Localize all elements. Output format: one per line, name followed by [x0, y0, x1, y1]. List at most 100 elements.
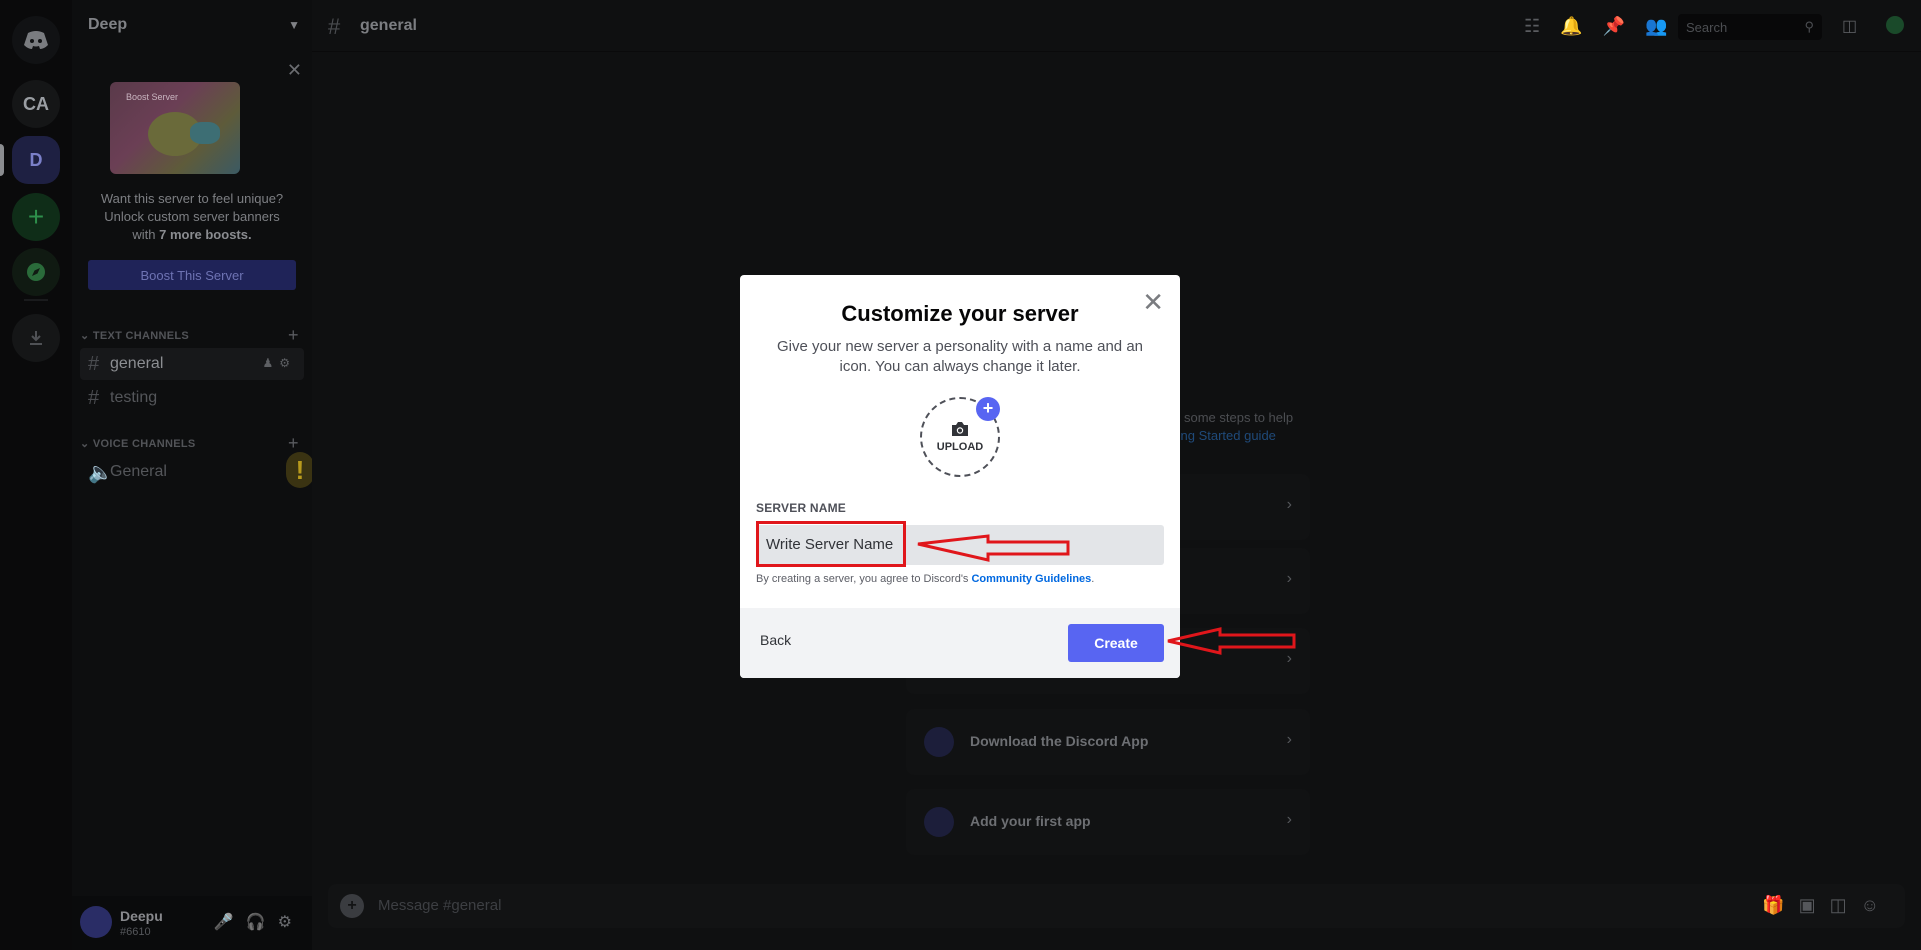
message-composer[interactable]: + Message #general 🎁▣◫☺ [328, 884, 1905, 928]
inbox-icon[interactable]: ◫ [1842, 16, 1857, 36]
avatar[interactable] [80, 906, 112, 938]
help-icon[interactable] [1886, 16, 1904, 34]
channel-label: General [110, 463, 167, 480]
channel-topbar: # general ☷🔔📌👥 Search ⚲ ◫ [312, 0, 1921, 52]
channel-item-general[interactable]: # general ♟⚙ [80, 348, 304, 380]
gift-icon[interactable]: 🎁 [1762, 895, 1798, 915]
channel-item-testing[interactable]: # testing [80, 382, 304, 414]
create-button[interactable]: Create [1068, 624, 1164, 662]
search-placeholder: Search [1686, 20, 1728, 35]
add-server-button[interactable]: + [12, 193, 60, 241]
emoji-icon[interactable]: ☺ [1861, 895, 1893, 915]
upload-label: UPLOAD [936, 441, 984, 453]
add-channel-icon[interactable]: + [288, 325, 299, 346]
boost-server-button[interactable]: Boost This Server [88, 260, 296, 290]
chevron-right-icon: › [1286, 570, 1292, 587]
download-apps-button[interactable] [12, 314, 60, 362]
explore-servers-button[interactable] [12, 248, 60, 296]
modal-title: Customize your server [841, 301, 1079, 326]
boost-text-line: with 7 more boosts. [72, 226, 312, 244]
user-controls: 🎤🎧⚙ [214, 912, 304, 932]
chevron-down-icon: ▼ [288, 18, 300, 32]
sticker-icon[interactable]: ◫ [1830, 895, 1861, 915]
server-name-label: SERVER NAME [756, 501, 846, 515]
bell-icon[interactable]: 🔔 [1560, 16, 1602, 36]
gear-icon[interactable]: ⚙ [279, 356, 296, 370]
boost-text-pre: with [132, 227, 160, 242]
hash-icon: # [328, 14, 341, 39]
topbar-tools: ☷🔔📌👥 [1524, 16, 1687, 37]
rail-divider [24, 299, 48, 301]
task-card-add-app[interactable]: Add your first app › [906, 789, 1310, 855]
plus-icon[interactable]: + [976, 397, 1000, 421]
boost-count: 7 more boosts. [159, 227, 252, 242]
user-panel: Deepu #6610 🎤🎧⚙ [72, 896, 312, 950]
category-label: TEXT CHANNELS [92, 330, 190, 342]
voice-channel-general[interactable]: 🔈 General [80, 456, 304, 488]
channel-title: general [360, 17, 417, 34]
threads-icon[interactable]: ☷ [1524, 16, 1560, 36]
gif-icon[interactable]: ▣ [1799, 895, 1830, 915]
channel-label: general [110, 355, 164, 372]
getting-started-link[interactable]: ting Started guide [1174, 428, 1276, 443]
annotation-highlight-box [756, 521, 906, 567]
discord-logo-icon [24, 31, 48, 49]
selected-server-indicator [0, 144, 4, 176]
illustration-shape [190, 122, 220, 144]
back-button[interactable]: Back [760, 632, 791, 648]
composer-tools: 🎁▣◫☺ [1762, 895, 1893, 916]
server-header[interactable]: Deep ▼ [72, 0, 312, 50]
server-rail: CA D + [0, 0, 72, 950]
pin-icon[interactable]: 📌 [1603, 16, 1645, 36]
username: Deepu [120, 908, 163, 924]
task-card-download-app[interactable]: Download the Discord App › [906, 709, 1310, 775]
alert-icon: ! [286, 452, 314, 488]
category-text-channels[interactable]: ⌄ TEXT CHANNELS + [80, 325, 299, 345]
search-input[interactable]: Search ⚲ [1678, 14, 1822, 40]
boost-text-line: Unlock custom server banners [104, 209, 280, 224]
community-guidelines-link[interactable]: Community Guidelines [971, 573, 1091, 585]
speaker-icon: 🔈 [88, 461, 113, 484]
boost-promo-card: ✕ Boost Server Want this server to feel … [72, 60, 312, 290]
terms-text: By creating a server, you agree to Disco… [756, 573, 1094, 585]
app-icon [924, 807, 954, 837]
welcome-text: some steps to help [1184, 410, 1294, 425]
channel-sidebar: Deep ▼ ✕ Boost Server Want this server t… [72, 0, 314, 950]
chevron-right-icon: › [1286, 496, 1292, 513]
add-channel-icon[interactable]: + [288, 433, 299, 454]
boost-image-caption: Boost Server [126, 92, 179, 102]
invite-icon[interactable]: ♟ [262, 356, 279, 370]
customize-server-modal: ✕ Customize your server Give your new se… [740, 275, 1180, 678]
download-icon [30, 331, 42, 345]
terms-post: . [1091, 573, 1095, 585]
category-label: VOICE CHANNELS [92, 438, 196, 450]
modal-footer: Back Create [740, 608, 1180, 678]
boost-description: Want this server to feel unique? Unlock … [72, 190, 312, 244]
task-label: Download the Discord App [970, 733, 1149, 749]
boost-text-line: Want this server to feel unique? [100, 191, 284, 206]
modal-subtitle: Give your new server a personality with … [776, 338, 1144, 375]
server-ca-button[interactable]: CA [12, 80, 60, 128]
mute-mic-icon[interactable]: 🎤 [214, 914, 246, 931]
compass-icon [27, 263, 45, 281]
hash-icon: # [88, 352, 100, 375]
gear-icon[interactable]: ⚙ [278, 914, 304, 931]
channel-label: testing [110, 389, 158, 406]
add-attachment-icon[interactable]: + [340, 894, 364, 918]
server-deep-button[interactable]: D [12, 136, 60, 184]
chevron-down-icon: ⌄ [80, 330, 90, 342]
discord-home-button[interactable] [12, 16, 60, 64]
server-name: Deep [88, 16, 128, 33]
headphones-icon[interactable]: 🎧 [246, 914, 278, 931]
close-icon[interactable]: ✕ [287, 60, 302, 81]
boost-banner-image: Boost Server [110, 82, 240, 174]
category-voice-channels[interactable]: ⌄ VOICE CHANNELS + [80, 433, 299, 453]
message-placeholder: Message #general [378, 897, 502, 914]
chevron-right-icon: › [1286, 650, 1292, 667]
hash-icon: # [88, 386, 100, 409]
phone-icon [924, 727, 954, 757]
user-tag: #6610 [120, 926, 151, 938]
task-label: Add your first app [970, 813, 1091, 829]
discord-window: CA D + Deep ▼ ✕ Boost Server Want this s… [0, 0, 1921, 950]
search-icon: ⚲ [1804, 19, 1814, 34]
